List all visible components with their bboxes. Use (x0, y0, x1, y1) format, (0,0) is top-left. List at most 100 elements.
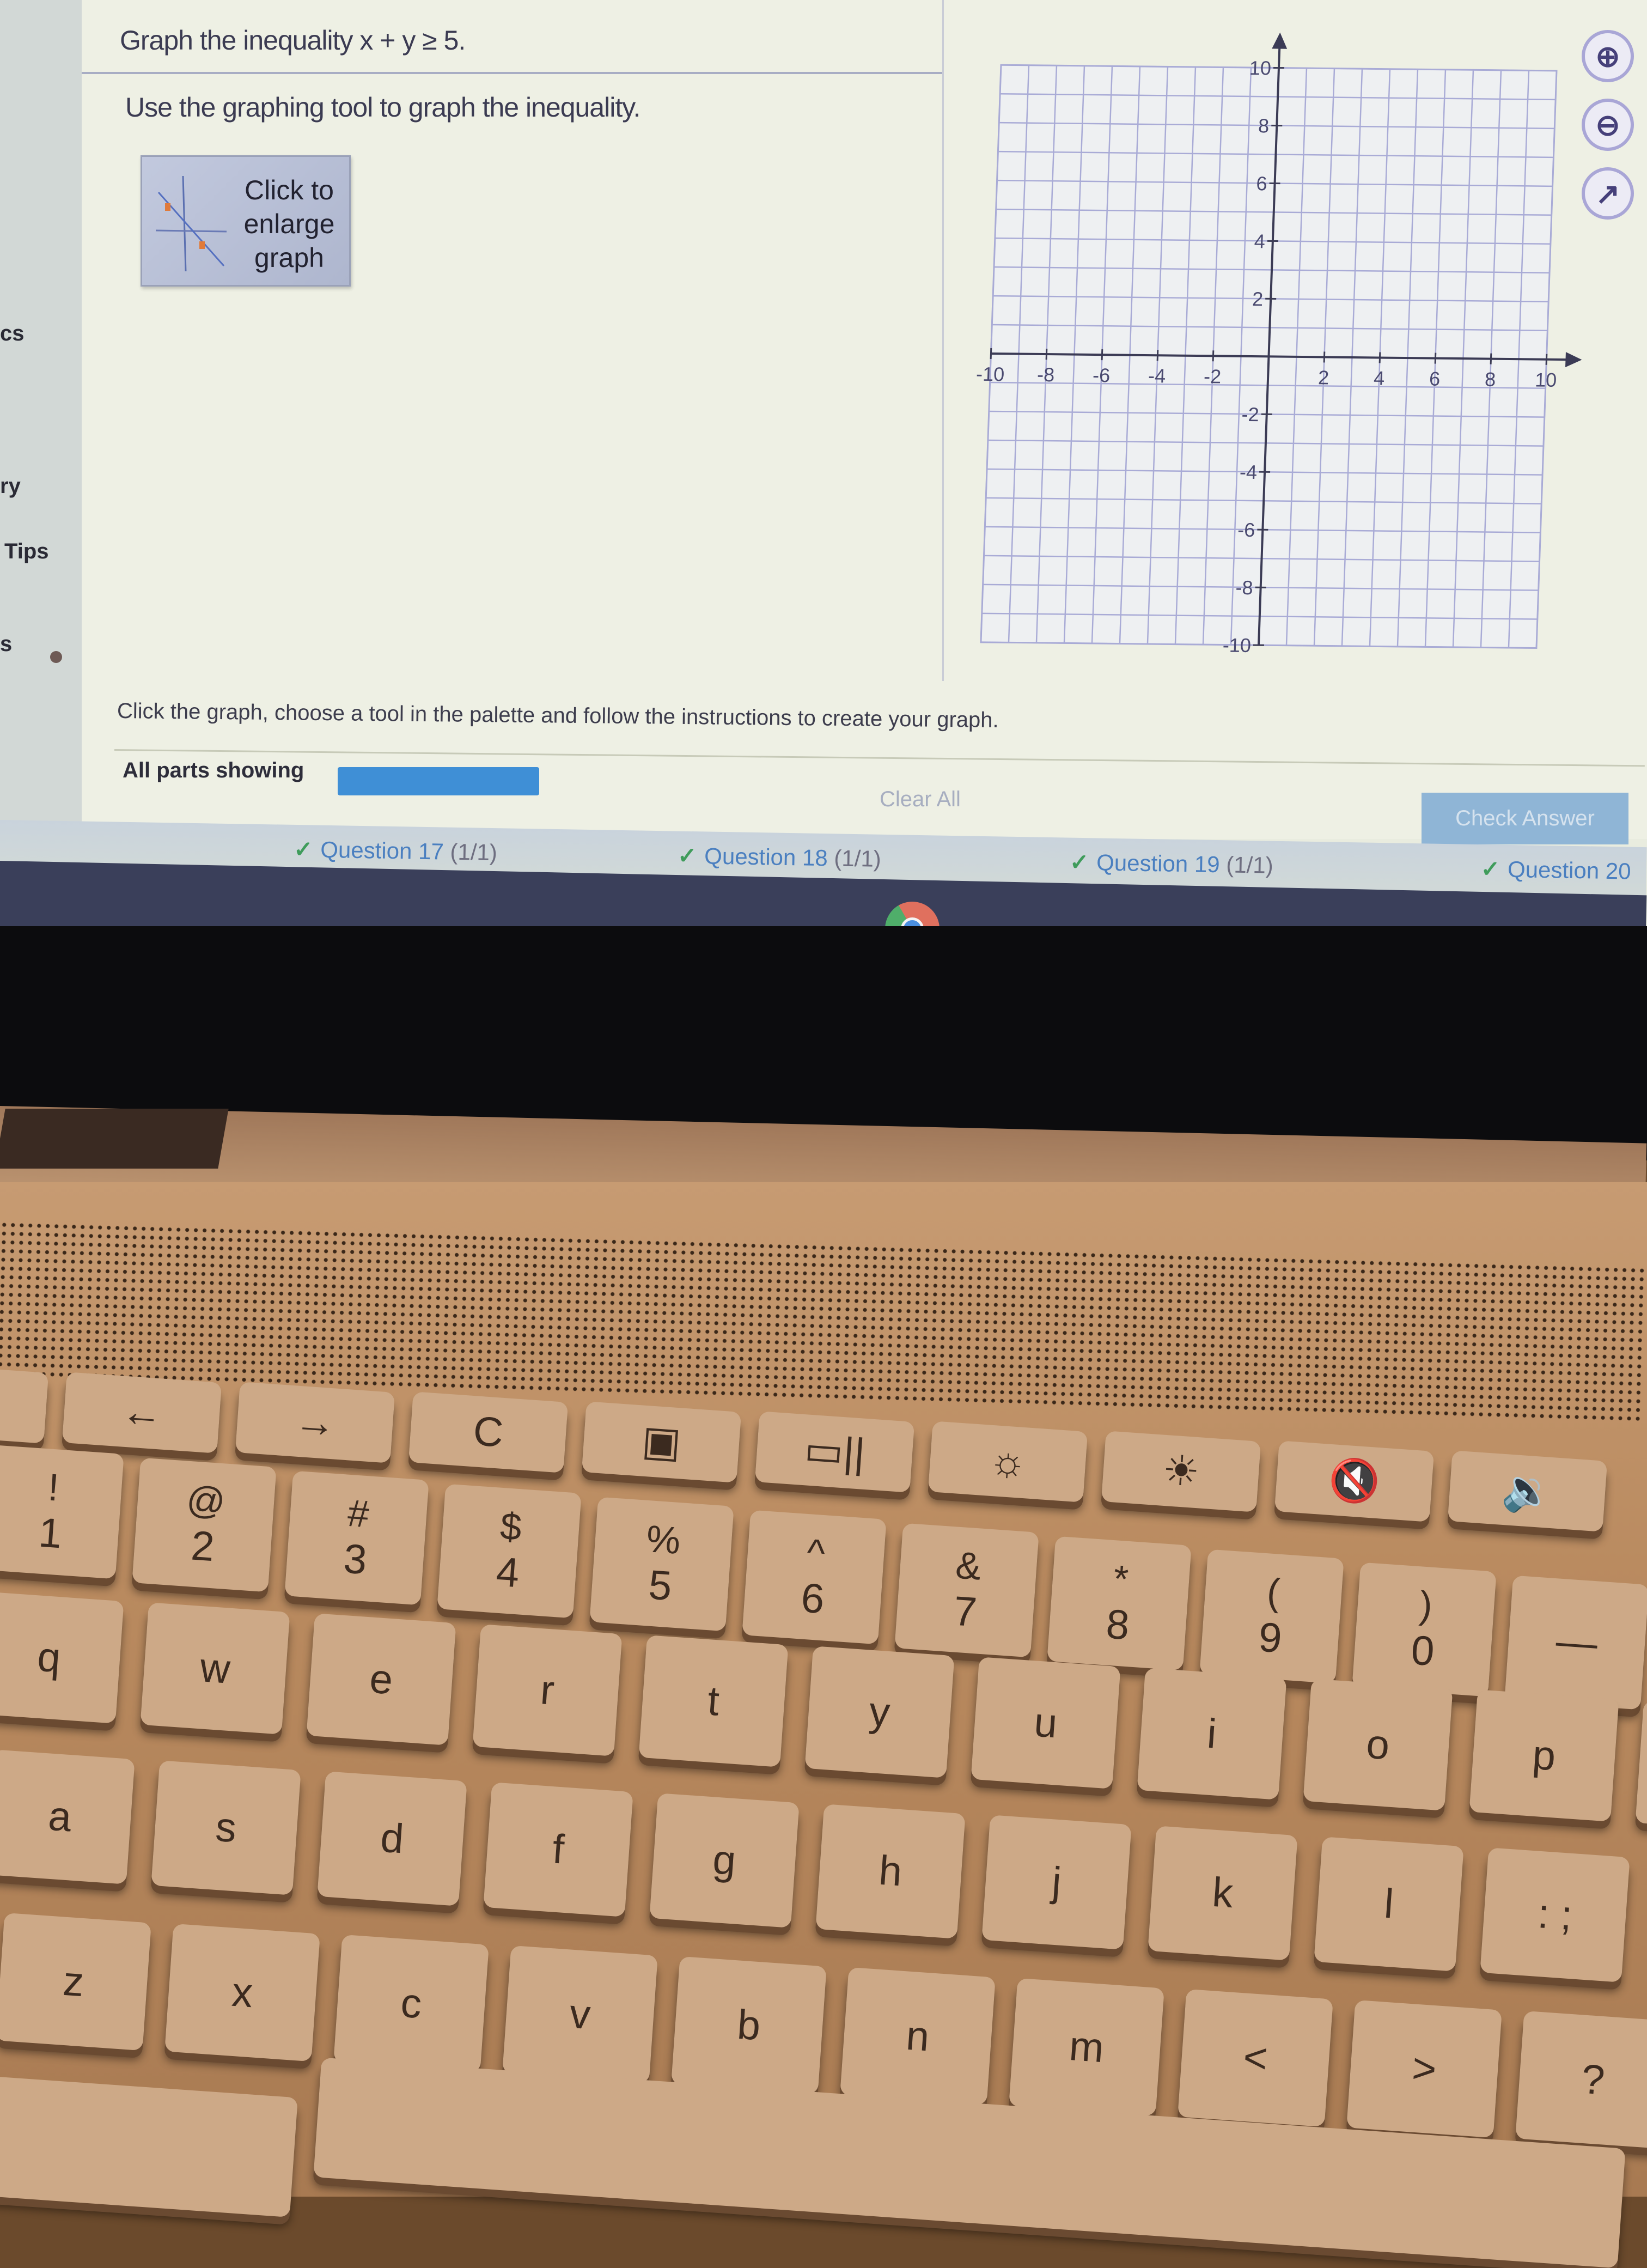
graph-area[interactable]: -10-8-6-4-2246810108642-2-4-6-8-10 (953, 22, 1647, 676)
question-score: (1/1) (834, 845, 881, 871)
screen: cs ry Tips s Graph the inequality x + y … (0, 0, 1647, 959)
y-tick-label: -2 (1241, 403, 1259, 425)
number-key-—[interactable]: — (1504, 1576, 1647, 1710)
sidebar-item-2[interactable]: ry (0, 474, 21, 498)
function-key[interactable]: 🔉 (1448, 1450, 1607, 1532)
sidebar-item-1[interactable]: cs (0, 321, 25, 346)
function-key[interactable]: ▣ (582, 1401, 741, 1483)
key-legend: ▭|| (803, 1425, 867, 1479)
function-key[interactable]: 🔇 (1274, 1440, 1434, 1522)
key-legend: n (905, 2011, 931, 2062)
key-top-legend: ^ (806, 1530, 826, 1575)
question-17-link[interactable]: ✓Question 17 (1/1) (294, 836, 497, 866)
number-key-1[interactable]: !1 (0, 1445, 124, 1579)
y-axis-arrow-icon (1272, 32, 1288, 48)
key-legend: 1 (37, 1509, 63, 1559)
number-key-5[interactable]: %5 (589, 1497, 734, 1632)
question-label: Question 18 (704, 843, 828, 871)
number-key-4[interactable]: $4 (437, 1484, 581, 1619)
enlarge-graph-button[interactable]: Click to enlarge graph (141, 155, 351, 287)
question-18-link[interactable]: ✓Question 18 (1/1) (678, 842, 881, 872)
letter-key-m[interactable]: m (1009, 1978, 1164, 2116)
letter-key-p[interactable]: p (1469, 1689, 1619, 1822)
function-key[interactable]: ☀ (1101, 1431, 1261, 1512)
x-tick-label: -6 (1092, 364, 1110, 386)
letter-key-s[interactable]: s (151, 1760, 301, 1895)
letter-key-z[interactable]: z (0, 1913, 151, 2051)
clear-all-button[interactable]: Clear All (880, 787, 961, 812)
x-axis-arrow-icon (1565, 352, 1582, 367)
number-key-9[interactable]: (9 (1199, 1549, 1344, 1684)
letter-key-t[interactable]: t (638, 1635, 788, 1767)
zoom-in-icon[interactable]: ⊕ (1582, 30, 1634, 82)
check-answer-button[interactable]: Check Answer (1422, 793, 1628, 844)
key-top-legend: # (346, 1491, 370, 1536)
key-top-legend: % (645, 1517, 682, 1562)
key-legend: k (1211, 1868, 1235, 1918)
letter-key-v[interactable]: v (502, 1945, 658, 2083)
pop-out-icon[interactable]: ↗ (1582, 167, 1634, 220)
number-key-6[interactable]: ^6 (742, 1510, 886, 1645)
letter-key-q[interactable]: q (0, 1591, 124, 1724)
question-20-link[interactable]: ✓Question 20 (1480, 855, 1631, 885)
letter-key-j[interactable]: j (981, 1815, 1131, 1950)
letter-key-i[interactable]: i (1137, 1668, 1286, 1800)
letter-key-?[interactable]: ? (1515, 2011, 1647, 2149)
letter-key-r[interactable]: r (472, 1624, 622, 1756)
question-19-link[interactable]: ✓Question 19 (1/1) (1070, 849, 1273, 879)
x-tick-label: -10 (975, 363, 1004, 386)
question-content: Graph the inequality x + y ≥ 5. Use the … (82, 0, 1647, 839)
letter-key-<[interactable]: < (1178, 1989, 1333, 2127)
zoom-out-icon[interactable]: ⊖ (1582, 99, 1634, 151)
letter-key-a[interactable]: a (0, 1749, 135, 1884)
key-legend: b (736, 2000, 762, 2051)
number-key-3[interactable]: #3 (284, 1471, 429, 1606)
letter-key-c[interactable]: c (333, 1935, 489, 2072)
letter-key->[interactable]: > (1346, 2000, 1502, 2138)
function-key[interactable]: ▭|| (755, 1411, 914, 1493)
letter-key-o[interactable]: o (1303, 1679, 1453, 1811)
letter-key-f[interactable]: f (483, 1782, 633, 1917)
letter-key-g[interactable]: g (649, 1793, 799, 1928)
key-legend: q (36, 1632, 62, 1683)
letter-key-b[interactable]: b (671, 1956, 827, 2094)
key-legend: C (472, 1407, 505, 1458)
letter-key-d[interactable]: d (317, 1771, 467, 1906)
number-key-0[interactable]: )0 (1352, 1562, 1496, 1697)
x-tick-label: 2 (1317, 366, 1329, 388)
letter-key-e[interactable]: e (306, 1613, 456, 1746)
number-key-2[interactable]: @2 (132, 1458, 276, 1592)
function-key[interactable]: → (235, 1382, 395, 1463)
key-legend: u (1033, 1698, 1059, 1748)
key-legend: : ; (1536, 1889, 1573, 1941)
letter-key-h[interactable]: h (815, 1804, 965, 1939)
key-legend: ☀ (1161, 1446, 1201, 1498)
sidebar-item-4[interactable]: s (0, 632, 12, 656)
sidebar: cs ry Tips s (0, 0, 85, 828)
letter-key-k[interactable]: k (1148, 1826, 1297, 1961)
function-key[interactable] (0, 1362, 48, 1444)
letter-key-n[interactable]: n (840, 1967, 996, 2105)
bottom-row-key[interactable] (0, 2076, 298, 2217)
letter-key-w[interactable]: w (140, 1602, 290, 1735)
x-tick-label: -8 (1036, 363, 1054, 386)
letter-key-y[interactable]: y (804, 1646, 954, 1778)
x-tick-label: 6 (1429, 367, 1440, 390)
function-key[interactable]: ☼ (928, 1421, 1088, 1503)
function-key[interactable]: C (408, 1391, 568, 1473)
letter-key-x[interactable]: x (164, 1924, 320, 2062)
letter-key-u[interactable]: u (971, 1657, 1120, 1789)
coordinate-graph[interactable]: -10-8-6-4-2246810108642-2-4-6-8-10 (942, 19, 1647, 679)
number-key-8[interactable]: *8 (1047, 1536, 1191, 1671)
sidebar-item-tips[interactable]: Tips (4, 539, 49, 564)
parts-progress-bar[interactable] (338, 767, 539, 795)
key-top-legend: ) (1418, 1583, 1434, 1627)
x-tick-label: -2 (1203, 365, 1221, 387)
letter-key-l[interactable]: l (1314, 1837, 1463, 1972)
letter-key-:[interactable]: : ; (1480, 1847, 1630, 1983)
function-key[interactable]: ← (62, 1372, 222, 1454)
key-legend: > (1411, 2044, 1438, 2094)
x-tick (1157, 350, 1158, 361)
number-key-7[interactable]: &7 (894, 1523, 1039, 1658)
key-legend: d (379, 1814, 405, 1864)
